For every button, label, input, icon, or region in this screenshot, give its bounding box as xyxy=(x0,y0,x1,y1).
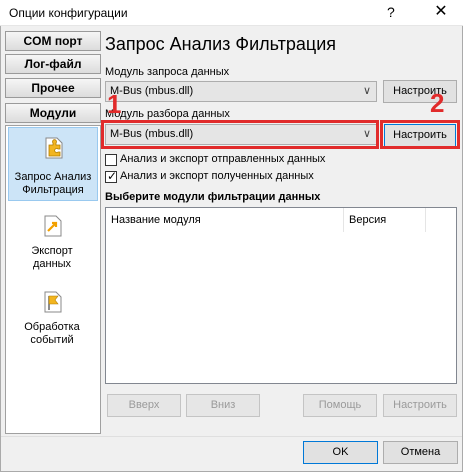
window-title: Опции конфигурации xyxy=(9,6,128,20)
configure-request-button[interactable]: Настроить xyxy=(383,80,457,103)
sidebar-item-label: данных xyxy=(32,258,72,270)
sidebar-item-event-handling[interactable]: Обработка событий xyxy=(8,286,98,356)
filter-modules-heading: Выберите модули фильтрации данных xyxy=(105,191,321,203)
request-module-value: M-Bus (mbus.dll) xyxy=(110,85,194,97)
request-module-select[interactable]: M-Bus (mbus.dll) ∨ xyxy=(105,81,377,102)
received-data-label: Анализ и экспорт полученных данных xyxy=(120,170,314,182)
ok-button[interactable]: OK xyxy=(303,441,378,464)
sidebar-item-label: событий xyxy=(30,334,74,346)
tab-misc[interactable]: Прочее xyxy=(5,78,101,98)
parse-module-label: Модуль разбора данных xyxy=(105,108,230,120)
highlight-parse-select xyxy=(101,120,379,149)
sidebar-item-data-export[interactable]: Экспорт данных xyxy=(8,208,98,278)
tab-log-file[interactable]: Лог-файл xyxy=(5,54,101,74)
flag-icon xyxy=(44,291,62,313)
column-header-version[interactable]: Версия xyxy=(344,208,426,232)
move-up-button[interactable]: Вверх xyxy=(107,394,181,417)
sidebar-item-label: Фильтрация xyxy=(22,184,84,196)
page-title: Запрос Анализ Фильтрация xyxy=(105,34,337,54)
move-down-button[interactable]: Вниз xyxy=(186,394,260,417)
filter-modules-list[interactable]: Название модуля Версия xyxy=(105,207,457,384)
sidebar-item-label: Обработка xyxy=(24,321,80,333)
sent-data-label: Анализ и экспорт отправленных данных xyxy=(120,153,326,165)
column-header-module-name[interactable]: Название модуля xyxy=(106,208,344,232)
help-module-button[interactable]: Помощь xyxy=(303,394,377,417)
tab-com-port[interactable]: COM порт xyxy=(5,31,101,51)
received-data-checkbox[interactable]: ✓ xyxy=(105,169,118,183)
modules-sidebar: Запрос Анализ Фильтрация Экспорт данных … xyxy=(5,125,101,434)
highlight-configure-button xyxy=(380,120,460,149)
sidebar-item-label: Запрос Анализ xyxy=(14,171,92,183)
checkmark-icon: ✓ xyxy=(107,169,118,183)
sent-data-checkbox[interactable] xyxy=(105,154,117,166)
sidebar-item-label: Экспорт xyxy=(31,245,73,257)
help-button[interactable]: ? xyxy=(387,4,395,20)
sidebar-item-query-analysis-filter[interactable]: Запрос Анализ Фильтрация xyxy=(8,127,98,201)
annotation-number-2: 2 xyxy=(430,88,445,118)
export-arrow-icon xyxy=(44,215,62,237)
tab-modules[interactable]: Модули xyxy=(5,103,101,123)
request-module-label: Модуль запроса данных xyxy=(105,66,230,78)
configure-filter-button[interactable]: Настроить xyxy=(383,394,457,417)
puzzle-piece-icon xyxy=(45,137,63,159)
cancel-button[interactable]: Отмена xyxy=(383,441,458,464)
chevron-down-icon: ∨ xyxy=(362,85,371,97)
title-bar: Опции конфигурации ? ✕ xyxy=(0,0,463,26)
close-button[interactable]: ✕ xyxy=(426,1,456,23)
annotation-number-1: 1 xyxy=(107,89,122,119)
